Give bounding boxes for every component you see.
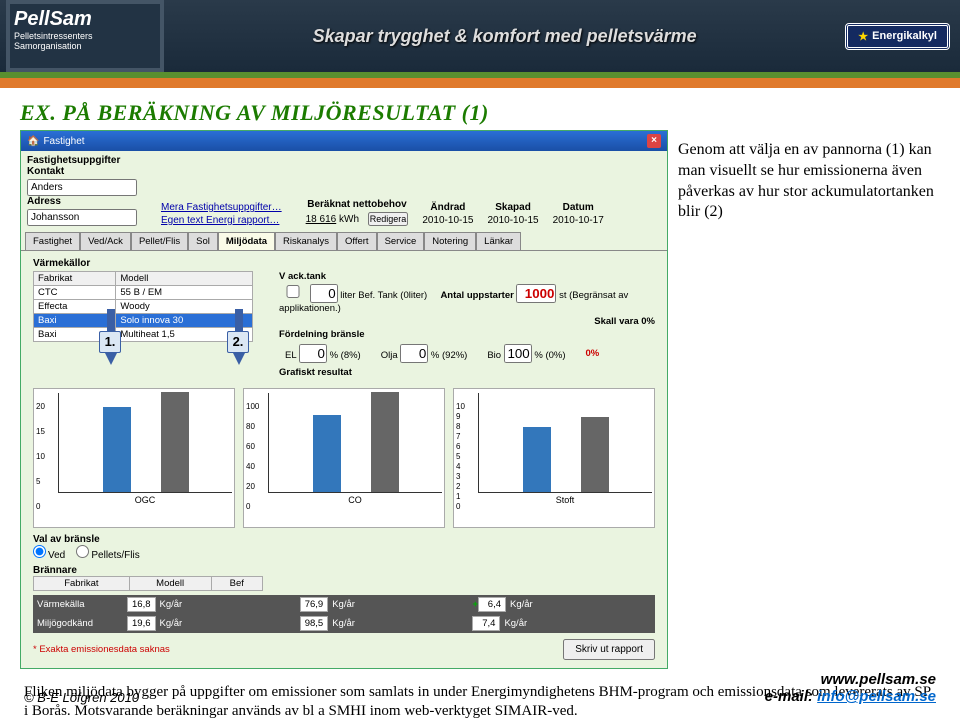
andrad-header: Ändrad (422, 202, 473, 213)
nettobehov-value: 18 616 (306, 214, 337, 225)
uppstarter-input[interactable] (516, 284, 556, 303)
acktank-vol-unit: liter Bef. Tank (0liter) (340, 290, 427, 301)
emissions-row: Miljögodkänd19,6Kg/år98,5Kg/år7,4Kg/år (33, 614, 655, 633)
tab-sol[interactable]: Sol (188, 232, 218, 250)
window-titlebar: 🏠 Fastighet × (21, 131, 667, 151)
table-row[interactable]: BaxiSolo innova 30 (34, 314, 253, 328)
brand-sub1: Pelletsintressenters (14, 31, 156, 41)
energikalkyl-badge: ★ Energikalkyl (845, 23, 950, 50)
top-banner: PellSam Pelletsintressenters Samorganisa… (0, 0, 960, 78)
annotation-badge-1: 1. (99, 331, 121, 353)
redigera-button[interactable]: Redigera (368, 212, 409, 226)
annotation-badge-2: 2. (227, 331, 249, 353)
kontakt-input[interactable] (27, 179, 137, 196)
varmekallor-label: Värmekällor (33, 258, 90, 269)
tab-pelletflis[interactable]: Pellet/Flis (131, 232, 188, 250)
tab-fastighet[interactable]: Fastighet (25, 232, 80, 250)
andrad-value: 2010-10-15 (422, 215, 473, 226)
val-bransle-label: Val av bränsle (33, 534, 655, 545)
grafiskt-resultat-label: Grafiskt resultat (279, 367, 352, 378)
br-th-fabrikat: Fabrikat (34, 577, 130, 591)
link-mera-fastighet[interactable]: Mera Fastighetsuppgifter… (161, 202, 282, 213)
olja-pct: % (92%) (431, 350, 467, 361)
acktank-vol-input[interactable] (310, 284, 338, 303)
brannare-table[interactable]: Fabrikat Modell Bef (33, 576, 263, 591)
ved-radio[interactable] (33, 545, 46, 558)
tab-offert[interactable]: Offert (337, 232, 377, 250)
mail-label: e-mail: (765, 688, 818, 705)
link-egen-text[interactable]: Egen text Energi rapport… (161, 215, 282, 226)
datum-header: Datum (553, 202, 604, 213)
window-title: Fastighet (43, 136, 84, 147)
mail-link[interactable]: info@pellsam.se (817, 688, 936, 705)
adress-input[interactable] (27, 209, 137, 226)
rest-pct: 0% (586, 348, 600, 359)
tab-riskanalys[interactable]: Riskanalys (275, 232, 337, 250)
bio-label: Bio (487, 350, 501, 361)
brand-logo: PellSam Pelletsintressenters Samorganisa… (6, 0, 164, 72)
tagline: Skapar trygghet & komfort med pelletsvär… (164, 26, 845, 47)
el-input[interactable] (299, 344, 327, 363)
skriv-ut-rapport-button[interactable]: Skriv ut rapport (563, 639, 655, 660)
table-row[interactable]: CTC55 B / EM (34, 286, 253, 300)
tab-vedack[interactable]: Ved/Ack (80, 232, 131, 250)
site-url: www.pellsam.se (765, 671, 936, 688)
datum-value: 2010-10-17 (553, 215, 604, 226)
ved-option: Ved (48, 550, 65, 561)
header-strip: Fastighetsuppgifter Kontakt Adress Mera … (21, 151, 667, 230)
tab-bar: FastighetVed/AckPellet/FlisSolMiljödataR… (21, 232, 667, 251)
bio-input[interactable] (504, 344, 532, 363)
tab-service[interactable]: Service (377, 232, 425, 250)
copyright: © B-E Löfgren 2010 (24, 690, 139, 705)
varmekallor-table[interactable]: Fabrikat Modell CTC55 B / EMEffectaWoody… (33, 271, 253, 342)
emissions-table: Värmekälla16,8Kg/år76,9Kg/år +6,4Kg/årMi… (33, 595, 655, 633)
close-icon[interactable]: × (647, 134, 661, 148)
brand-name: PellSam (14, 8, 156, 31)
fastighets-section-label: Fastighetsuppgifter (27, 155, 120, 166)
skapad-header: Skapad (487, 202, 538, 213)
warning-text: * Exakta emissionesdata saknas (33, 644, 170, 655)
brand-sub2: Samorganisation (14, 41, 156, 51)
br-th-bef: Bef (211, 577, 262, 591)
chart-co: 020406080100CO (243, 388, 445, 528)
table-row[interactable]: BaxiMultiheat 1,5 (34, 328, 253, 342)
page-title: EX. PÅ BERÄKNING AV MILJÖRESULTAT (1) (20, 100, 940, 126)
emissions-row: Värmekälla16,8Kg/år76,9Kg/år +6,4Kg/år (33, 595, 655, 614)
skapad-value: 2010-10-15 (487, 215, 538, 226)
nettobehov-unit: kWh (339, 214, 359, 225)
pellets-radio[interactable] (76, 545, 89, 558)
chart-ogc: 05101520OGC (33, 388, 235, 528)
nettobehov-label: Beräknat nettobehov (306, 199, 409, 210)
adress-label: Adress (27, 196, 137, 207)
el-label: EL (285, 350, 296, 361)
olja-input[interactable] (400, 344, 428, 363)
tab-miljdata[interactable]: Miljödata (218, 232, 275, 250)
tab-lnkar[interactable]: Länkar (476, 232, 521, 250)
table-row[interactable]: EffectaWoody (34, 300, 253, 314)
acktank-label: V ack.tank (279, 271, 326, 282)
acktank-checkbox[interactable] (279, 285, 307, 298)
app-window: 🏠 Fastighet × Fastighetsuppgifter Kontak… (20, 130, 668, 669)
olja-label: Olja (381, 350, 398, 361)
el-pct: % (8%) (330, 350, 361, 361)
side-explanation: Genom att välja en av pannorna (1) kan m… (678, 130, 940, 669)
br-th-modell: Modell (129, 577, 211, 591)
chart-stoft: 012345678910Stoft (453, 388, 655, 528)
page-footer: © B-E Löfgren 2010 www.pellsam.se e-mail… (0, 671, 960, 705)
window-icon: 🏠 (27, 136, 39, 147)
kontakt-label: Kontakt (27, 166, 137, 177)
tab-notering[interactable]: Notering (424, 232, 476, 250)
fordel-bransle-label: Fördelning bränsle (279, 329, 365, 340)
star-icon: ★ (858, 30, 868, 43)
energikalkyl-label: Energikalkyl (872, 30, 937, 42)
skall-vara-label: Skall vara 0% (594, 316, 655, 327)
bio-pct: % (0%) (534, 350, 565, 361)
th-fabrikat: Fabrikat (34, 272, 116, 286)
th-modell: Modell (116, 272, 253, 286)
brannare-label: Brännare (33, 565, 655, 576)
uppstarter-label: Antal uppstarter (440, 290, 513, 301)
pellets-option: Pellets/Flis (91, 550, 139, 561)
orange-divider (0, 78, 960, 88)
